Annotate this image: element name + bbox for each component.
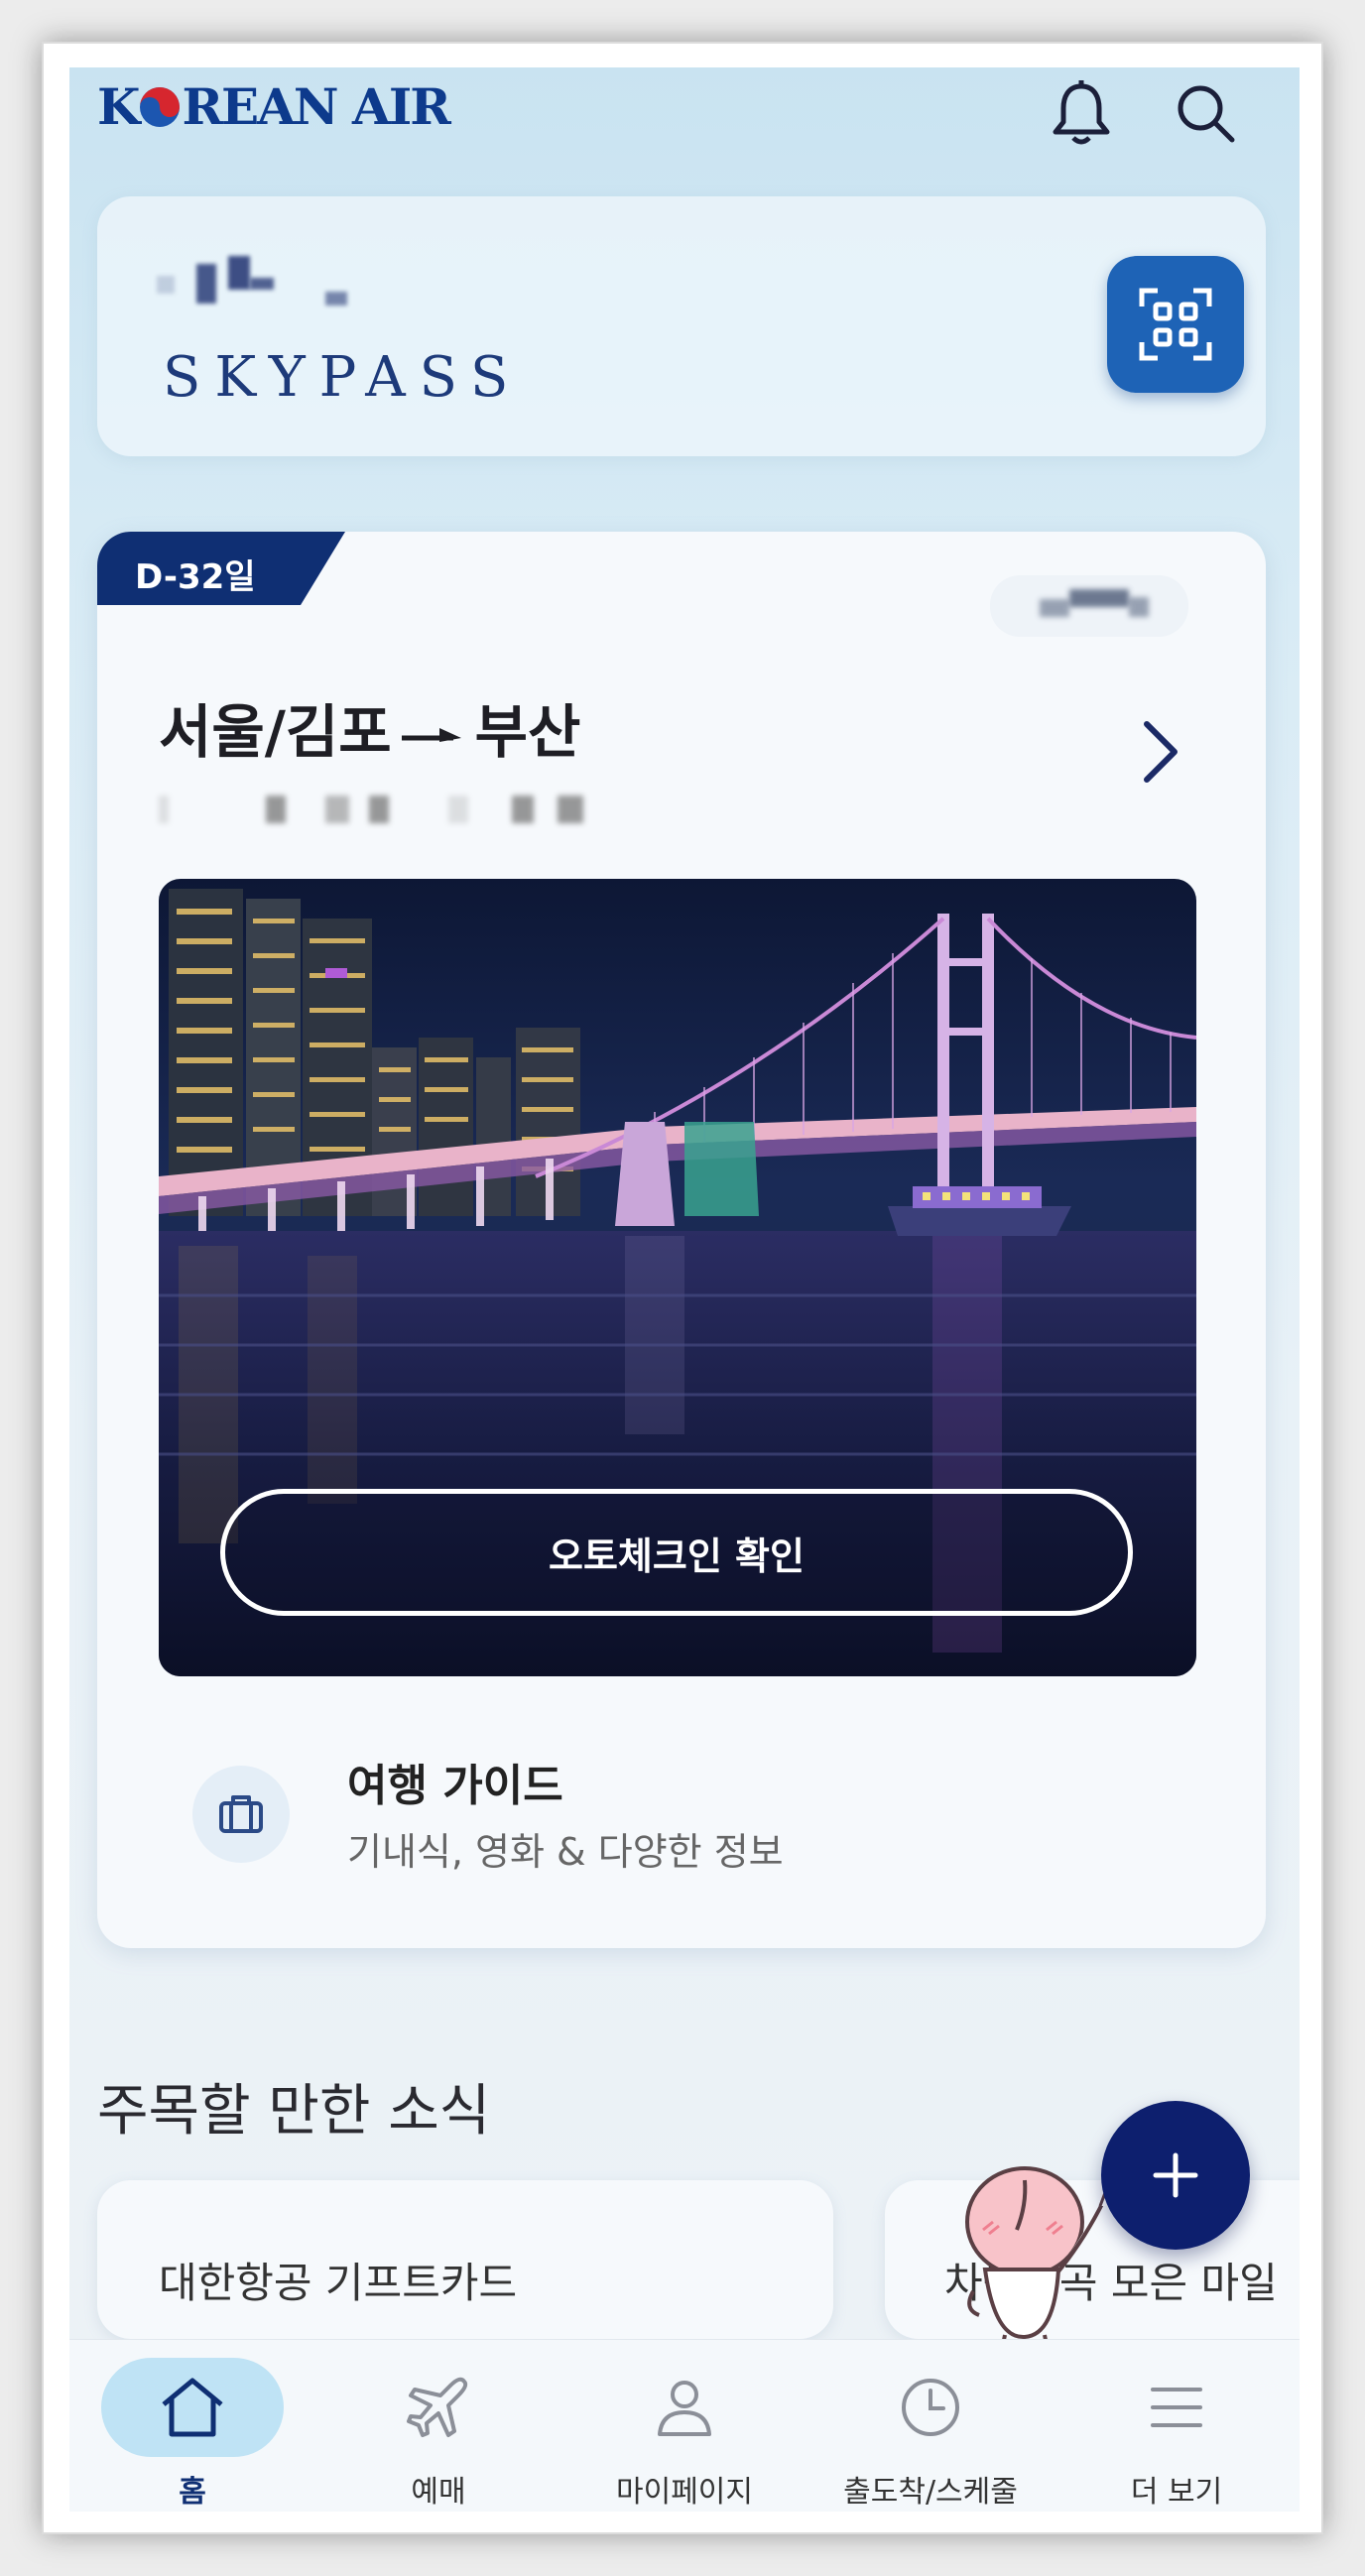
- upcoming-trip-card: D-32일 서울/김포 부산 오토체크인 확인 여행 가이드 기내식, 영화 &…: [97, 532, 1266, 1948]
- flight-date-redacted: [159, 788, 675, 827]
- nav-booking-label: 예매: [411, 2475, 466, 2510]
- route-title[interactable]: 서울/김포 부산: [159, 685, 580, 769]
- nav-home-label: 홈: [179, 2475, 206, 2510]
- peach-character-sticker: [965, 2166, 1114, 2356]
- nav-booking[interactable]: 예매: [315, 2340, 561, 2512]
- search-icon[interactable]: [1166, 73, 1245, 153]
- bell-icon[interactable]: [1042, 73, 1121, 153]
- taeguk-logo-icon: [140, 86, 181, 127]
- menu-icon: [1117, 2358, 1236, 2457]
- news-section-title: 주목할 만한 소식: [97, 2079, 491, 2144]
- travel-guide-link[interactable]: 여행 가이드 기내식, 영화 & 다양한 정보: [192, 1742, 1085, 1881]
- chevron-right-icon[interactable]: [1129, 712, 1188, 792]
- nav-schedule[interactable]: 출도착/스케줄: [807, 2340, 1054, 2512]
- dday-badge: D-32일: [97, 532, 345, 605]
- bottom-navigation: 홈 예매 마이페이지 출도착/스케줄 더 보기: [69, 2339, 1300, 2512]
- skypass-brand: SKYPASS: [163, 345, 523, 410]
- nav-schedule-label: 출도착/스케줄: [843, 2475, 1018, 2510]
- booking-ref-redacted: [990, 575, 1188, 637]
- nav-home[interactable]: 홈: [69, 2340, 315, 2512]
- person-icon: [625, 2358, 744, 2457]
- airplane-icon: [379, 2358, 498, 2457]
- origin-city: 서울/김포: [159, 698, 392, 766]
- app-screen: K REAN AIR SKYPASS D-32일 서울/김포 부산 오토체크인 …: [69, 67, 1300, 2512]
- nav-mypage-label: 마이페이지: [616, 2475, 753, 2510]
- briefcase-icon: [192, 1766, 290, 1863]
- nav-more[interactable]: 더 보기: [1054, 2340, 1300, 2512]
- clock-icon: [871, 2358, 990, 2457]
- korean-air-logo: K REAN AIR: [97, 76, 451, 136]
- home-icon: [101, 2358, 284, 2457]
- news-card-title: 대한항공 기프트카드: [159, 2259, 518, 2307]
- qr-scan-icon: [1139, 288, 1212, 361]
- plus-icon: [1153, 2152, 1198, 2198]
- screenshot-frame: K REAN AIR SKYPASS D-32일 서울/김포 부산 오토체크인 …: [42, 42, 1323, 2534]
- qr-scan-button[interactable]: [1107, 256, 1244, 393]
- auto-checkin-button[interactable]: 오토체크인 확인: [220, 1489, 1133, 1616]
- route-arrow-icon: [401, 727, 461, 742]
- logo-text: K REAN AIR: [97, 76, 451, 136]
- destination-city: 부산: [474, 698, 581, 766]
- travel-guide-subtitle: 기내식, 영화 & 다양한 정보: [347, 1830, 784, 1874]
- nav-more-label: 더 보기: [1130, 2475, 1223, 2510]
- add-fab-button[interactable]: [1101, 2101, 1250, 2250]
- member-name-redacted: [157, 256, 355, 315]
- skypass-card[interactable]: SKYPASS: [97, 196, 1266, 456]
- travel-guide-title: 여행 가이드: [347, 1761, 563, 1811]
- nav-mypage[interactable]: 마이페이지: [561, 2340, 807, 2512]
- news-card[interactable]: 대한항공 기프트카드: [97, 2180, 833, 2339]
- destination-photo: 오토체크인 확인: [159, 879, 1196, 1676]
